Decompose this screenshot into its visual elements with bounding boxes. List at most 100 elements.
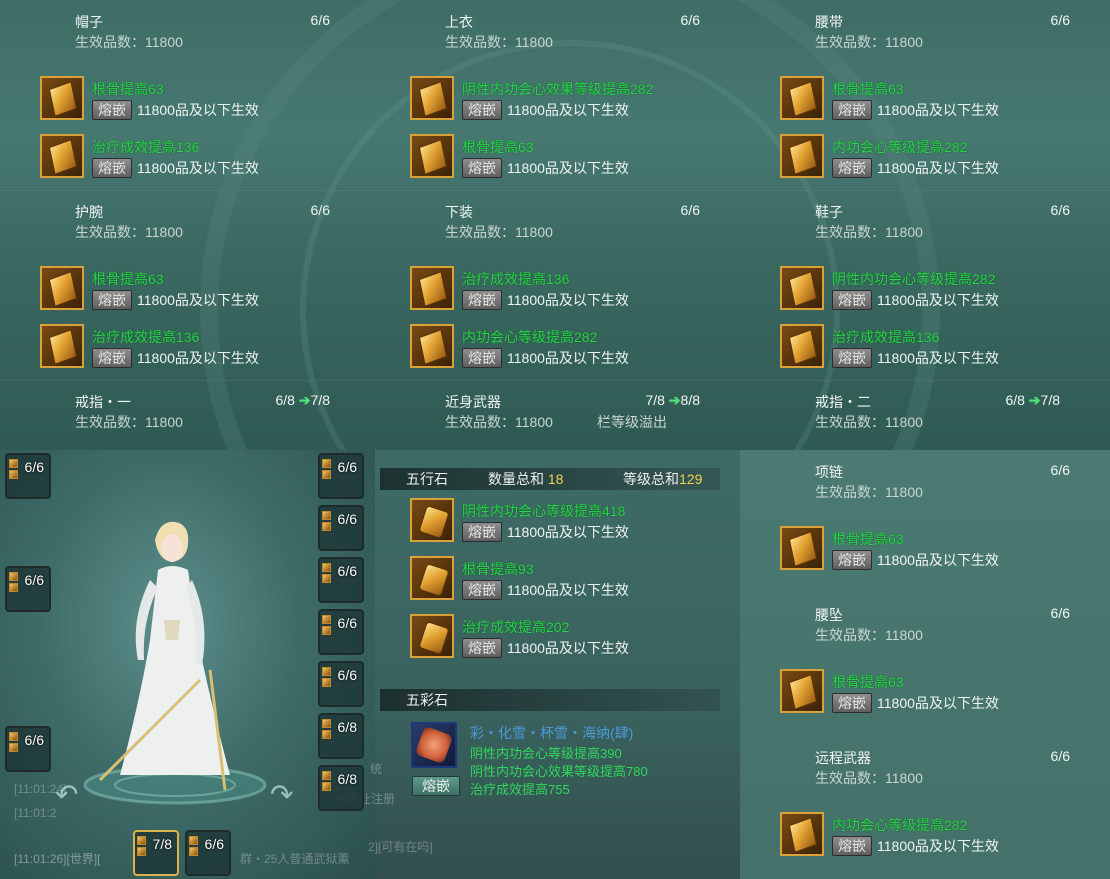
inlay-button[interactable]: 熔嵌 <box>92 100 132 120</box>
wuxing-gem: 阴性内功会心等级提高418 熔嵌 11800品及以下生效 <box>410 498 730 546</box>
gem-icon[interactable] <box>410 498 454 542</box>
inlay-button[interactable]: 熔嵌 <box>462 638 502 658</box>
equipment-slot[interactable]: 6/6 <box>5 566 51 612</box>
inlay-button[interactable]: 熔嵌 <box>462 290 502 310</box>
gem-icon[interactable] <box>40 266 84 310</box>
gem-icon[interactable] <box>410 556 454 600</box>
gem-mini-icon <box>322 563 331 572</box>
gear-ring-2[interactable]: 戒指・二 6/8 ➔7/8 生效品数：11800 <box>780 392 1110 432</box>
inlay-button[interactable]: 熔嵌 <box>832 693 872 713</box>
gear-melee-weapon[interactable]: 近身武器 7/8 ➔8/8 生效品数：11800 栏等级溢出 <box>410 392 740 432</box>
gear-hat[interactable]: 帽子 6/6 生效品数：11800 根骨提高63 熔嵌 11800品及以下生效 … <box>40 12 370 182</box>
gem-icon[interactable] <box>780 76 824 120</box>
gear-effective-grade: 生效品数：11800 <box>75 34 183 50</box>
inlay-button[interactable]: 熔嵌 <box>832 348 872 368</box>
gem-row: 内功会心等级提高282 熔嵌 11800品及以下生效 <box>780 134 1110 182</box>
gem-icon[interactable] <box>410 76 454 120</box>
equipment-slot[interactable]: 6/6 <box>318 453 364 499</box>
inlay-button[interactable]: 熔嵌 <box>92 290 132 310</box>
colorful-stone-icon[interactable] <box>411 722 457 768</box>
gem-icon[interactable] <box>410 134 454 178</box>
equipment-slot[interactable]: 6/6 <box>318 505 364 551</box>
inlay-button[interactable]: 熔嵌 <box>92 158 132 178</box>
inlay-button[interactable]: 熔嵌 <box>412 776 460 796</box>
inlay-button[interactable]: 熔嵌 <box>832 100 872 120</box>
gear-count: 6/8 ➔7/8 <box>275 392 330 408</box>
gem-row: 根骨提高63 熔嵌 11800品及以下生效 <box>40 266 370 314</box>
inlay-button[interactable]: 熔嵌 <box>92 348 132 368</box>
inlay-button[interactable]: 熔嵌 <box>832 550 872 570</box>
inlay-button[interactable]: 熔嵌 <box>832 158 872 178</box>
inlay-button[interactable]: 熔嵌 <box>462 100 502 120</box>
gem-icon[interactable] <box>40 324 84 368</box>
gem-mini-icon <box>322 574 331 583</box>
gear-ring-1[interactable]: 戒指・一 6/8 ➔7/8 生效品数：11800 <box>40 392 370 432</box>
slot-count: 6/6 <box>337 511 357 527</box>
equipment-slot[interactable]: 6/6 <box>5 453 51 499</box>
gem-effective-grade: 11800品及以下生效 <box>507 640 629 656</box>
slot-count: 6/6 <box>24 572 44 588</box>
gem-row: 阴性内功会心等级提高282 熔嵌 11800品及以下生效 <box>780 266 1110 314</box>
equipment-slot[interactable]: 6/6 <box>185 830 231 876</box>
inlay-button[interactable]: 熔嵌 <box>462 158 502 178</box>
equipment-slot[interactable]: 6/6 <box>318 609 364 655</box>
gem-effective-grade: 11800品及以下生效 <box>507 102 629 118</box>
gem-icon[interactable] <box>780 669 824 713</box>
inlay-button[interactable]: 熔嵌 <box>832 836 872 856</box>
colorful-stone-name[interactable]: 彩・化雪・杯雪・海纳(肆) <box>470 723 633 743</box>
gear-necklace[interactable]: 项链 6/6 生效品数：11800 根骨提高63 熔嵌 11800品及以下生效 <box>780 462 1110 582</box>
gem-row: 治疗成效提高136 熔嵌 11800品及以下生效 <box>40 134 370 182</box>
gear-belt[interactable]: 腰带 6/6 生效品数：11800 根骨提高63 熔嵌 11800品及以下生效 … <box>780 12 1110 182</box>
gem-icon[interactable] <box>780 812 824 856</box>
rotate-right-icon[interactable]: ↷ <box>270 778 306 810</box>
gem-icon[interactable] <box>40 76 84 120</box>
equipment-slot[interactable]: 6/6 <box>5 726 51 772</box>
gem-row: 阴性内功会心效果等级提高282 熔嵌 11800品及以下生效 <box>410 76 740 124</box>
equipment-slot[interactable]: 6/8 <box>318 713 364 759</box>
gem-attribute: 根骨提高63 <box>92 271 164 287</box>
equipment-slot[interactable]: 6/6 <box>318 661 364 707</box>
panel-title: 五行石 <box>406 471 448 487</box>
gem-mini-icon <box>9 732 18 741</box>
gear-name: 护腕 <box>75 204 103 220</box>
gear-name: 腰带 <box>815 14 843 30</box>
equipment-slot[interactable]: 6/6 <box>318 557 364 603</box>
gem-attribute: 治疗成效提高136 <box>832 329 940 345</box>
wucai-header: 五彩石 <box>380 689 720 711</box>
gear-shoes[interactable]: 鞋子 6/6 生效品数：11800 阴性内功会心等级提高282 熔嵌 11800… <box>780 202 1110 372</box>
gem-attribute: 阴性内功会心等级提高418 <box>462 503 626 519</box>
gem-icon[interactable] <box>780 526 824 570</box>
inlay-button[interactable]: 熔嵌 <box>462 580 502 600</box>
gem-attribute: 内功会心等级提高282 <box>462 329 598 345</box>
inlay-button[interactable]: 熔嵌 <box>832 290 872 310</box>
gear-effective-grade: 生效品数：11800 <box>75 414 183 430</box>
gem-icon[interactable] <box>40 134 84 178</box>
gem-effective-grade: 11800品及以下生效 <box>507 582 629 598</box>
colorful-stone-attr: 阴性内功会心等级提高390 <box>470 746 622 761</box>
gear-count: 6/8 ➔7/8 <box>1005 392 1060 408</box>
gem-attribute: 治疗成效提高136 <box>92 329 200 345</box>
gem-icon[interactable] <box>410 266 454 310</box>
inlay-button[interactable]: 熔嵌 <box>462 348 502 368</box>
gem-effective-grade: 11800品及以下生效 <box>877 160 999 176</box>
gear-top[interactable]: 上衣 6/6 生效品数：11800 阴性内功会心效果等级提高282 熔嵌 118… <box>410 12 740 182</box>
gear-name: 戒指・一 <box>75 394 131 410</box>
gem-icon[interactable] <box>780 266 824 310</box>
gem-icon[interactable] <box>410 324 454 368</box>
gem-effective-grade: 11800品及以下生效 <box>877 350 999 366</box>
gem-mini-icon <box>322 522 331 531</box>
gem-icon[interactable] <box>410 614 454 658</box>
gem-mini-icon <box>322 615 331 624</box>
equipment-slot[interactable]: 6/8 <box>318 765 364 811</box>
gem-icon[interactable] <box>780 134 824 178</box>
gem-mini-icon <box>9 583 18 592</box>
gear-pendant[interactable]: 腰坠 6/6 生效品数：11800 根骨提高63 熔嵌 11800品及以下生效 <box>780 605 1110 725</box>
equipment-slot[interactable]: 7/8 <box>133 830 179 876</box>
inlay-button[interactable]: 熔嵌 <box>462 522 502 542</box>
gem-effective-grade: 11800品及以下生效 <box>877 292 999 308</box>
gear-pants[interactable]: 下装 6/6 生效品数：11800 治疗成效提高136 熔嵌 11800品及以下… <box>410 202 740 372</box>
gem-icon[interactable] <box>780 324 824 368</box>
gear-wrist[interactable]: 护腕 6/6 生效品数：11800 根骨提高63 熔嵌 11800品及以下生效 … <box>40 202 370 372</box>
gear-ranged[interactable]: 远程武器 6/6 生效品数：11800 内功会心等级提高282 熔嵌 11800… <box>780 748 1110 868</box>
gear-count: 6/6 <box>680 202 700 218</box>
